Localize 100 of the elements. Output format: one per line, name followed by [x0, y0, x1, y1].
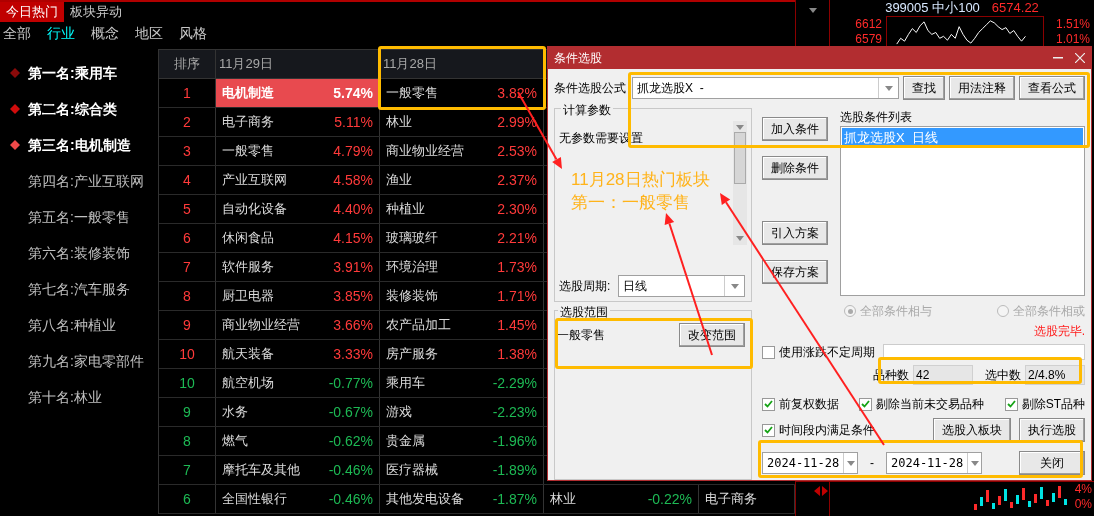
table-cell[interactable]: 摩托车及其他 -0.46%	[216, 456, 380, 484]
ranking-item[interactable]: 第九名:家电零部件	[28, 350, 144, 372]
rank-cell: 9	[159, 311, 216, 339]
checkbox[interactable]	[859, 397, 873, 411]
table-cell[interactable]: 环境治理 1.73%	[380, 253, 544, 281]
sector-name: 航天装备	[221, 345, 274, 364]
change-percent: -0.22%	[647, 489, 693, 509]
count-label: 选中数	[985, 367, 1021, 384]
change-percent: 1.45%	[497, 315, 538, 335]
category-tab[interactable]: 风格	[179, 22, 207, 44]
dialog-button[interactable]: 查看公式	[1019, 76, 1085, 100]
annotation-text: 11月28日热门板块	[571, 169, 710, 191]
period-label: 选股周期:	[559, 278, 611, 295]
table-cell[interactable]: 渔业 2.37%	[380, 166, 544, 194]
category-tab[interactable]: 行业	[47, 22, 75, 44]
checkbox[interactable]	[762, 345, 775, 359]
checkbox[interactable]	[762, 423, 775, 437]
sector-name: 一般零售	[385, 84, 438, 103]
annotation-text: 第一：一般零售	[571, 192, 691, 214]
change-percent: -2.29%	[492, 373, 538, 393]
rank-cell: 6	[159, 485, 216, 513]
table-cell[interactable]: 航空机场 -0.77%	[216, 369, 380, 397]
sector-name: 航空机场	[221, 374, 274, 393]
table-cell[interactable]: 乘用车 -2.29%	[380, 369, 544, 397]
table-cell[interactable]: 休闲食品 4.15%	[216, 224, 380, 252]
table-cell[interactable]: 电机制造 5.74%	[216, 79, 380, 107]
check-icon	[764, 400, 773, 408]
dialog-button[interactable]: 用法注释	[949, 76, 1015, 100]
ranking-item[interactable]: 第七名:汽车服务	[28, 278, 130, 300]
left-right-arrows-icon[interactable]	[814, 486, 828, 496]
table-cell[interactable]: 贵金属 -1.96%	[380, 427, 544, 455]
dialog-button[interactable]: 引入方案	[762, 221, 828, 245]
table-cell[interactable]: 房产服务 1.38%	[380, 340, 544, 368]
table-cell[interactable]: 农产品加工 1.45%	[380, 311, 544, 339]
checkbox[interactable]	[762, 397, 775, 411]
table-cell[interactable]: 电子商务	[699, 485, 795, 513]
axis-label: 4%	[1074, 482, 1092, 497]
dialog-button[interactable]: 删除条件	[762, 156, 828, 180]
table-cell[interactable]: 商业物业经营 3.66%	[216, 311, 380, 339]
table-cell[interactable]: 林业 -0.22%	[544, 485, 699, 513]
table-cell[interactable]: 电子商务 5.11%	[216, 108, 380, 136]
table-cell[interactable]: 一般零售 3.82%	[380, 79, 544, 107]
category-tab[interactable]: 全部	[3, 22, 31, 44]
table-cell[interactable]: 一般零售 4.79%	[216, 137, 380, 165]
rank-cell: 3	[159, 137, 216, 165]
sector-name: 农产品加工	[385, 316, 451, 335]
ranking-item[interactable]: 第四名:产业互联网	[28, 170, 144, 192]
sector-name: 休闲食品	[221, 229, 274, 248]
ranking-item[interactable]: 第一名:乘用车	[28, 62, 117, 84]
tab[interactable]: 板块异动	[64, 2, 128, 22]
ranking-item[interactable]: 第五名:一般零售	[28, 206, 130, 228]
checkbox-label: 剔除ST品种	[1021, 396, 1085, 413]
sector-name: 产业互联网	[221, 171, 287, 190]
dialog-button[interactable]: 加入条件	[762, 117, 828, 141]
sector-name: 林业	[549, 490, 576, 509]
axis-label: 0%	[1074, 497, 1092, 512]
table-cell[interactable]: 全国性银行 -0.46%	[216, 485, 380, 513]
dropdown-arrow-icon	[808, 8, 817, 13]
table-cell[interactable]: 种植业 2.30%	[380, 195, 544, 223]
sector-name: 电子商务	[221, 113, 274, 132]
period-dropdown[interactable]: 日线	[618, 275, 746, 297]
category-tab[interactable]: 地区	[135, 22, 163, 44]
table-cell[interactable]: 水务 -0.67%	[216, 398, 380, 426]
date-dropdown[interactable]: 2024-11-28	[886, 452, 982, 474]
tab[interactable]: 今日热门	[0, 2, 64, 22]
table-cell[interactable]: 游戏 -2.23%	[380, 398, 544, 426]
dialog-button[interactable]: 执行选股	[1019, 418, 1085, 442]
check-icon	[1006, 400, 1016, 408]
change-percent: 3.91%	[333, 257, 374, 277]
ranking-item[interactable]: 第三名:电机制造	[28, 134, 131, 156]
date-dropdown[interactable]: 2024-11-28	[762, 452, 858, 474]
change-percent: -1.96%	[492, 431, 538, 451]
table-cell[interactable]: 商业物业经营 2.53%	[380, 137, 544, 165]
scrollbar[interactable]	[733, 121, 747, 245]
table-cell[interactable]: 玻璃玻纤 2.21%	[380, 224, 544, 252]
table-cell[interactable]: 医疗器械 -1.89%	[380, 456, 544, 484]
dialog-button[interactable]: 选股入板块	[933, 418, 1011, 442]
minimize-icon[interactable]	[1053, 57, 1063, 59]
dialog-button[interactable]: 查找	[903, 76, 945, 100]
table-cell[interactable]: 自动化设备 4.40%	[216, 195, 380, 223]
formula-dropdown[interactable]: 抓龙选股X -	[632, 77, 899, 99]
table-cell[interactable]: 装修装饰 1.71%	[380, 282, 544, 310]
ranking-item[interactable]: 第六名:装修装饰	[28, 242, 130, 264]
sector-name: 一般零售	[221, 142, 274, 161]
table-cell[interactable]: 其他发电设备 -1.87%	[380, 485, 544, 513]
table-cell[interactable]: 厨卫电器 3.85%	[216, 282, 380, 310]
ranking-item[interactable]: 第八名:种植业	[28, 314, 116, 336]
table-cell[interactable]: 软件服务 3.91%	[216, 253, 380, 281]
ranking-item[interactable]: 第十名:林业	[28, 386, 102, 408]
ranking-item[interactable]: 第二名:综合类	[28, 98, 117, 120]
checkbox[interactable]	[1004, 397, 1018, 411]
table-cell[interactable]: 航天装备 3.33%	[216, 340, 380, 368]
table-cell[interactable]: 产业互联网 4.58%	[216, 166, 380, 194]
sector-name: 摩托车及其他	[221, 461, 300, 480]
dialog-button[interactable]: 关闭	[1019, 451, 1085, 475]
table-cell[interactable]: 燃气 -0.62%	[216, 427, 380, 455]
dropdown-arrow-icon	[736, 236, 744, 241]
close-icon[interactable]	[1075, 53, 1085, 63]
change-percent: 1.38%	[497, 344, 538, 364]
category-tab[interactable]: 概念	[91, 22, 119, 44]
